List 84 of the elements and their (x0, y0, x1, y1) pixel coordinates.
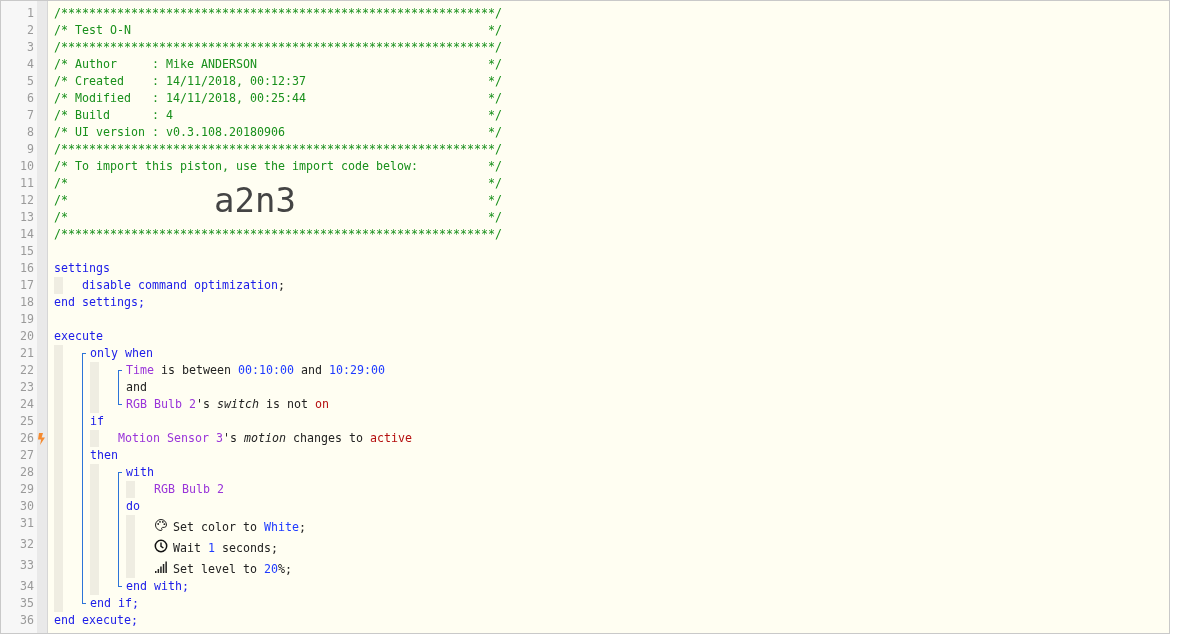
code-line: only when (90, 345, 153, 362)
comment-text: */ (488, 22, 502, 39)
line-number: 8 (26, 124, 35, 141)
line-number: 11 (19, 175, 35, 192)
line-number: 28 (19, 464, 35, 481)
line-number: 3 (26, 39, 35, 56)
comment-text: /* Test O-N (54, 22, 131, 39)
line-number: 5 (26, 73, 35, 90)
code-line: RGB Bulb 2 (154, 481, 224, 498)
line-number: 27 (19, 447, 35, 464)
code-line: end settings; (54, 294, 145, 311)
line-number: 26 (19, 430, 35, 447)
code-line: Wait 1 seconds; (173, 540, 278, 557)
comment-text: /* UI version : v0.3.108.20180906 (54, 124, 285, 141)
line-number: 12 (19, 192, 35, 209)
line-number: 21 (19, 345, 35, 362)
code-line: /**************************************************************/ (54, 5, 502, 22)
comment-text: */ (488, 209, 502, 226)
line-number: 24 (19, 396, 35, 413)
line-number: 6 (26, 90, 35, 107)
code-line: execute (54, 328, 103, 345)
line-number: 23 (19, 379, 35, 396)
line-number: 30 (19, 498, 35, 515)
code-line: /**************************************************************/ (54, 141, 502, 158)
line-number: 16 (19, 260, 35, 277)
comment-text: /* (54, 192, 68, 209)
code-line: settings (54, 260, 110, 277)
code-line: Time is between 00:10:00 and 10:29:00 (126, 362, 385, 379)
comment-text: /* Created : 14/11/2018, 00:12:37 (54, 73, 306, 90)
line-number: 19 (19, 311, 35, 328)
code-line: RGB Bulb 2's switch is not on (126, 396, 329, 413)
line-number: 32 (19, 536, 35, 553)
comment-text: */ (488, 158, 502, 175)
code-line: if (90, 413, 104, 430)
line-number: 7 (26, 107, 35, 124)
code-line: /**************************************************************/ (54, 226, 502, 243)
line-number: 31 (19, 515, 35, 532)
code-line: and (126, 379, 147, 396)
line-number: 9 (26, 141, 35, 158)
comment-text: */ (488, 175, 502, 192)
code-line: Motion Sensor 3's motion changes to active (118, 430, 412, 447)
code-line: Set level to 20%; (173, 561, 292, 578)
line-number: 33 (19, 557, 35, 574)
comment-text: /* Author : Mike ANDERSON (54, 56, 257, 73)
palette-icon (154, 518, 168, 532)
comment-text: */ (488, 107, 502, 124)
signal-bars-icon (154, 560, 168, 574)
line-number: 10 (19, 158, 35, 175)
line-number: 1 (26, 5, 35, 22)
line-number: 2 (26, 22, 35, 39)
line-number: 34 (19, 578, 35, 595)
line-number: 35 (19, 595, 35, 612)
line-number: 15 (19, 243, 35, 260)
comment-text: */ (488, 192, 502, 209)
comment-text: */ (488, 90, 502, 107)
clock-icon (154, 539, 168, 553)
code-line: end with; (126, 578, 189, 595)
line-number: 25 (19, 413, 35, 430)
comment-text: /* (54, 175, 68, 192)
comment-text: */ (488, 73, 502, 90)
line-number: 20 (19, 328, 35, 345)
line-number: 18 (19, 294, 35, 311)
comment-text: */ (488, 124, 502, 141)
line-number: 17 (19, 277, 35, 294)
line-number: 14 (19, 226, 35, 243)
comment-text: */ (488, 56, 502, 73)
code-line: then (90, 447, 118, 464)
code-line: disable command optimization; (82, 277, 285, 294)
line-number: 22 (19, 362, 35, 379)
line-number: 4 (26, 56, 35, 73)
comment-text: /* Modified : 14/11/2018, 00:25:44 (54, 90, 306, 107)
code-line: end if; (90, 595, 139, 612)
comment-text: /* To import this piston, use the import code below: (54, 158, 418, 175)
comment-text: /* Build : 4 (54, 107, 173, 124)
code-line: do (126, 498, 140, 515)
line-number: 29 (19, 481, 35, 498)
line-number: 36 (19, 612, 35, 629)
comment-text: /* (54, 209, 68, 226)
import-code: a2n3 (214, 181, 296, 219)
line-number: 13 (19, 209, 35, 226)
code-line: /**************************************************************/ (54, 39, 502, 56)
code-line: with (126, 464, 154, 481)
code-line: Set color to White; (173, 519, 306, 536)
code-line: end execute; (54, 612, 138, 629)
